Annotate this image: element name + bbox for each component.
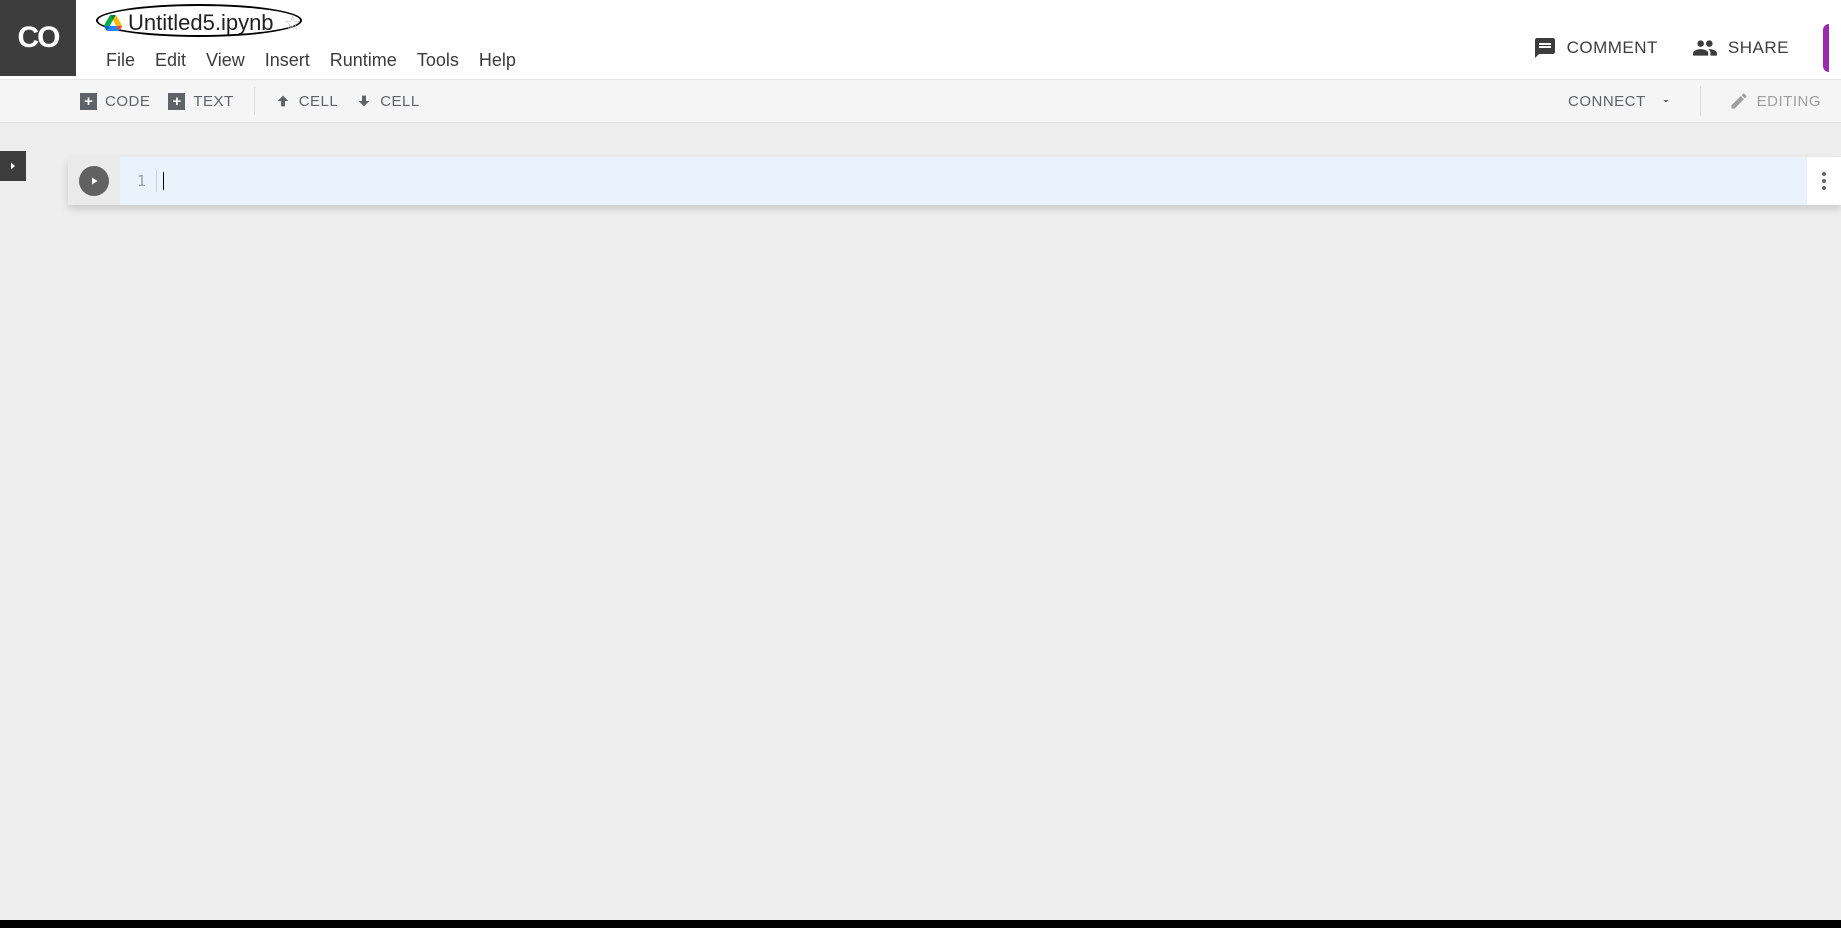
run-button[interactable] — [79, 166, 109, 196]
cell-up-label: CELL — [299, 93, 339, 110]
arrow-down-icon — [356, 93, 372, 109]
cell-down-button[interactable]: CELL — [356, 93, 420, 110]
avatar[interactable] — [1823, 24, 1829, 72]
share-label: SHARE — [1728, 38, 1789, 58]
bottom-bar — [0, 920, 1841, 928]
chevron-right-icon — [7, 159, 19, 173]
cell-down-label: CELL — [380, 93, 420, 110]
comment-button[interactable]: COMMENT — [1533, 36, 1658, 60]
header: CO Untitled5.ipynb ☆ File Edit View Inse… — [0, 0, 1841, 79]
line-number: 1 — [120, 172, 156, 190]
toolbar-right: CONNECT EDITING — [1568, 86, 1821, 116]
text-cursor — [163, 172, 164, 190]
logo-text: CO — [18, 21, 59, 55]
header-actions: COMMENT SHARE — [1533, 24, 1829, 72]
connect-label: CONNECT — [1568, 93, 1646, 110]
plus-icon: + — [80, 93, 97, 110]
comment-label: COMMENT — [1567, 38, 1658, 58]
text-label: TEXT — [193, 93, 233, 110]
run-column — [68, 157, 120, 205]
toolbar-left: + CODE + TEXT — [80, 93, 234, 110]
menu-file[interactable]: File — [106, 50, 135, 71]
dropdown-icon — [1660, 95, 1672, 107]
editing-label: EDITING — [1757, 93, 1821, 110]
code-editor[interactable]: 1 — [120, 157, 1807, 205]
separator — [254, 87, 255, 115]
gutter-separator — [156, 170, 157, 192]
code-label: CODE — [105, 93, 150, 110]
pencil-icon — [1729, 91, 1749, 111]
cell-options-button[interactable] — [1822, 172, 1826, 190]
content: 1 — [0, 123, 1841, 928]
plus-icon: + — [168, 93, 185, 110]
kebab-dot — [1822, 179, 1826, 183]
code-cell[interactable]: 1 — [68, 157, 1841, 205]
expand-sidebar-button[interactable] — [0, 151, 26, 181]
cell-menu-column — [1807, 157, 1841, 205]
menu-help[interactable]: Help — [479, 50, 516, 71]
drive-icon — [104, 15, 122, 31]
menu-insert[interactable]: Insert — [265, 50, 310, 71]
menu-runtime[interactable]: Runtime — [330, 50, 397, 71]
share-button[interactable]: SHARE — [1692, 35, 1789, 61]
kebab-dot — [1822, 186, 1826, 190]
cell-up-button[interactable]: CELL — [275, 93, 339, 110]
menu-edit[interactable]: Edit — [155, 50, 186, 71]
editing-button[interactable]: EDITING — [1729, 91, 1821, 111]
notebook-area: 1 — [26, 123, 1841, 928]
share-icon — [1692, 35, 1718, 61]
menu-tools[interactable]: Tools — [417, 50, 459, 71]
notebook-title[interactable]: Untitled5.ipynb — [128, 10, 274, 36]
toolbar-cell-nav: CELL CELL — [275, 93, 420, 110]
arrow-up-icon — [275, 93, 291, 109]
menu-view[interactable]: View — [206, 50, 245, 71]
kebab-dot — [1822, 172, 1826, 176]
colab-logo[interactable]: CO — [0, 0, 76, 76]
separator — [1700, 86, 1701, 116]
add-text-button[interactable]: + TEXT — [168, 93, 233, 110]
play-icon — [88, 175, 100, 187]
toolbar: + CODE + TEXT CELL CELL CONNECT EDITING — [0, 79, 1841, 123]
connect-button[interactable]: CONNECT — [1568, 93, 1672, 110]
comment-icon — [1533, 36, 1557, 60]
add-code-button[interactable]: + CODE — [80, 93, 150, 110]
star-icon[interactable]: ☆ — [284, 11, 302, 36]
